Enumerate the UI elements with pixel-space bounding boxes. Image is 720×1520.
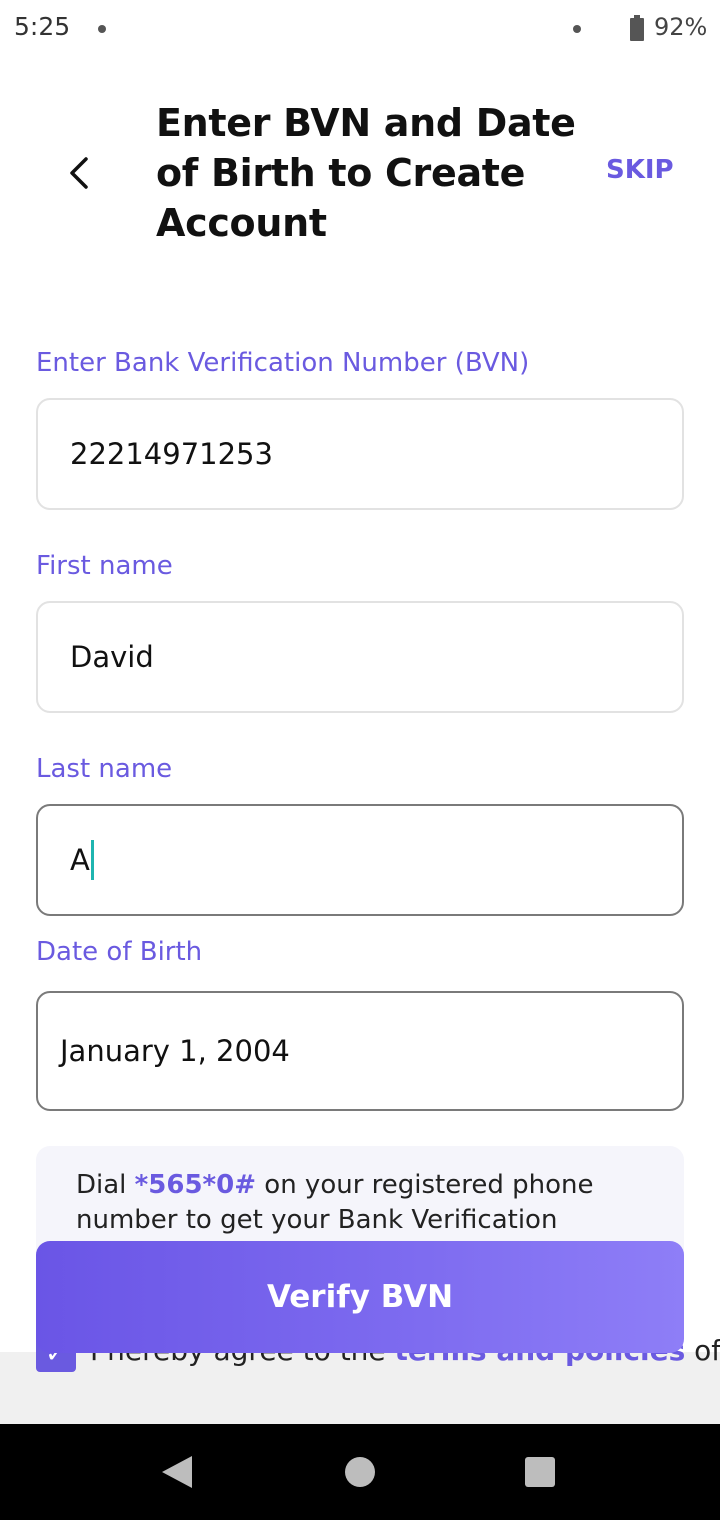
- signal-dot-icon: [573, 25, 581, 33]
- status-bar: 5:25 92%: [0, 0, 720, 60]
- nav-back-icon[interactable]: [162, 1456, 192, 1488]
- bvn-value: 22214971253: [70, 437, 273, 471]
- status-time: 5:25: [14, 12, 71, 41]
- back-icon[interactable]: [56, 148, 102, 198]
- dob-label: Date of Birth: [36, 937, 203, 967]
- skip-button[interactable]: SKIP: [606, 155, 696, 191]
- last-name-value: A: [70, 843, 90, 877]
- nav-home-icon[interactable]: [345, 1457, 375, 1487]
- last-name-field: A: [70, 806, 94, 914]
- dob-value: January 1, 2004: [60, 1034, 290, 1068]
- battery-icon: [630, 15, 644, 41]
- bvn-input[interactable]: 22214971253: [36, 398, 684, 510]
- first-name-label: First name: [36, 551, 173, 581]
- page-title: Enter BVN and Date of Birth to Create Ac…: [156, 101, 576, 245]
- info-prefix: Dial: [76, 1170, 135, 1200]
- agreement-suffix: of Stash: [694, 1334, 720, 1367]
- verify-bvn-button[interactable]: Verify BVN: [36, 1241, 684, 1353]
- battery-level: 92%: [654, 13, 708, 41]
- first-name-value: David: [70, 640, 154, 674]
- last-name-label: Last name: [36, 754, 173, 784]
- ussd-code: *565*0#: [134, 1170, 257, 1200]
- nav-recents-icon[interactable]: [525, 1457, 555, 1487]
- last-name-input[interactable]: A: [36, 804, 684, 916]
- dob-input[interactable]: January 1, 2004: [36, 991, 684, 1111]
- notification-dot-icon: [98, 25, 106, 33]
- text-caret: [90, 840, 94, 880]
- bvn-label: Enter Bank Verification Number (BVN): [36, 348, 530, 378]
- first-name-input[interactable]: David: [36, 601, 684, 713]
